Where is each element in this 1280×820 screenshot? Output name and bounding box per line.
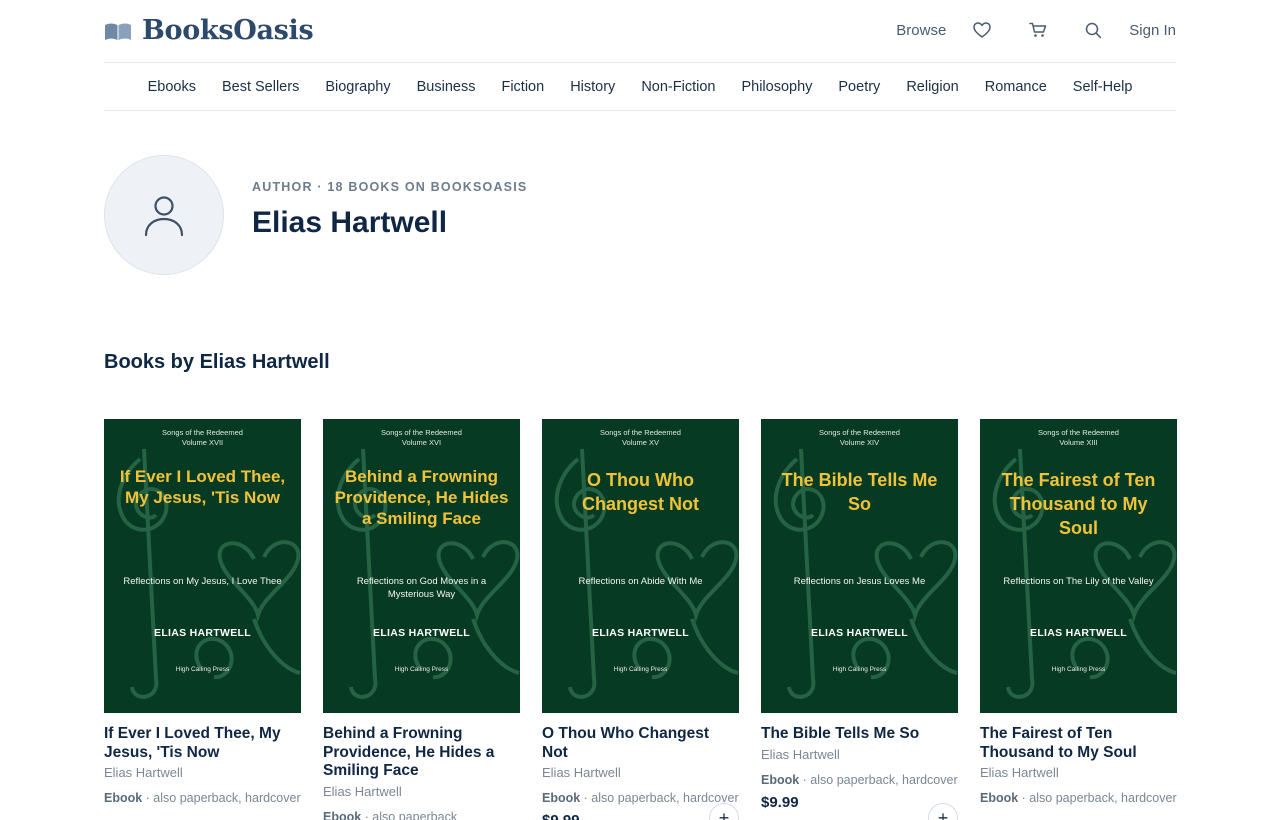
header-actions: Browse Sign In (896, 20, 1176, 40)
cover-author: ELIAS HARTWELL (592, 627, 689, 639)
cover-publisher: High Calling Press (394, 666, 449, 673)
cover-publisher: High Calling Press (832, 666, 887, 673)
plus-icon: + (718, 807, 730, 820)
cover-volume: Volume XIII (1059, 437, 1098, 447)
cover-publisher: High Calling Press (613, 666, 668, 673)
category-best-sellers[interactable]: Best Sellers (222, 79, 299, 95)
cover-title: The Bible Tells Me So (781, 470, 938, 514)
book-cover[interactable]: Songs of the Redeemed Volume XVI Behind … (323, 419, 520, 713)
category-philosophy[interactable]: Philosophy (741, 79, 812, 95)
cover-subtitle: Reflections on Jesus Loves Me (793, 576, 926, 587)
cover-series: Songs of the Redeemed (162, 428, 243, 437)
category-ebooks[interactable]: Ebooks (148, 79, 196, 95)
heart-icon[interactable] (972, 20, 992, 40)
cover-subtitle: Reflections on My Jesus, I Love Thee (123, 576, 282, 587)
book-format: Ebook (104, 791, 143, 805)
book-formats: Ebook · also paperback, hardcover (104, 788, 301, 808)
book-author[interactable]: Elias Hartwell (761, 747, 958, 762)
author-avatar (104, 155, 224, 275)
site-header: BooksOasis Browse Sign In (104, 0, 1176, 63)
cover-volume: Volume XVI (401, 437, 442, 447)
book-other-formats: · also paperback, hardcover (799, 772, 958, 787)
category-fiction[interactable]: Fiction (501, 79, 544, 95)
section-title: Books by Elias Hartwell (104, 351, 330, 373)
cover-publisher: High Calling Press (1051, 666, 1106, 673)
brand-name: BooksOasis (142, 15, 314, 46)
cover-volume: Volume XV (621, 437, 660, 447)
book-card[interactable]: Songs of the Redeemed Volume XV O Thou W… (542, 419, 739, 820)
sign-in-link[interactable]: Sign In (1129, 22, 1176, 39)
cart-icon[interactable] (1028, 20, 1048, 40)
book-cover[interactable]: Songs of the Redeemed Volume XIII The Fa… (980, 419, 1177, 713)
book-other-formats: · also paperback (361, 809, 458, 820)
book-format: Ebook (980, 791, 1019, 805)
book-cover[interactable]: Songs of the Redeemed Volume XV O Thou W… (542, 419, 739, 713)
user-icon (144, 196, 184, 237)
category-biography[interactable]: Biography (325, 79, 390, 95)
cover-title: O Thou Who Changest Not (582, 470, 699, 514)
book-card[interactable]: Songs of the Redeemed Volume XIV The Bib… (761, 419, 958, 820)
author-name: Elias Hartwell (252, 206, 448, 239)
book-author[interactable]: Elias Hartwell (542, 765, 739, 780)
book-other-formats: · also paperback, hardcover (580, 791, 739, 805)
cover-series: Songs of the Redeemed (1038, 428, 1119, 437)
cover-title: The Fairest of Ten Thousand to My Soul (1001, 470, 1156, 538)
cover-author: ELIAS HARTWELL (373, 627, 470, 639)
book-title[interactable]: The Bible Tells Me So (761, 725, 958, 744)
book-title[interactable]: O Thou Who Changest Not (542, 725, 739, 762)
category-business[interactable]: Business (417, 79, 476, 95)
author-meta: AUTHOR · 18 BOOKS ON BOOKSOASIS (252, 180, 528, 194)
cover-title: Behind a Frowning Providence, He Hides a… (334, 467, 509, 528)
book-title[interactable]: Behind a Frowning Providence, He Hides a… (323, 725, 520, 781)
book-other-formats: · also paperback, hardcover (1018, 791, 1177, 805)
brand-logo[interactable]: BooksOasis (104, 15, 314, 46)
book-card[interactable]: Songs of the Redeemed Volume XVI Behind … (323, 419, 520, 820)
cover-title: If Ever I Loved Thee, My Jesus, 'Tis Now (119, 467, 286, 507)
book-other-formats: · also paperback, hardcover (142, 791, 301, 805)
book-grid: Songs of the Redeemed Volume XVII If Eve… (104, 419, 1177, 820)
book-logo-icon (104, 21, 132, 41)
cover-series: Songs of the Redeemed (600, 428, 681, 437)
category-self-help[interactable]: Self-Help (1073, 79, 1133, 95)
book-formats: Ebook · also paperback, hardcover (542, 788, 739, 808)
search-icon[interactable] (1083, 20, 1103, 40)
category-poetry[interactable]: Poetry (838, 79, 880, 95)
cover-author: ELIAS HARTWELL (154, 627, 251, 639)
book-price: $9.99 (761, 793, 799, 811)
plus-icon: + (937, 807, 949, 820)
book-formats: Ebook · also paperback (323, 807, 520, 820)
book-format: Ebook (761, 772, 800, 787)
cover-publisher: High Calling Press (175, 666, 230, 673)
cover-author: ELIAS HARTWELL (811, 627, 908, 639)
book-formats: Ebook · also paperback, hardcover (761, 770, 958, 790)
category-history[interactable]: History (570, 79, 615, 95)
book-formats: Ebook · also paperback, hardcover (980, 788, 1177, 808)
cover-author: ELIAS HARTWELL (1030, 627, 1127, 639)
book-title[interactable]: If Ever I Loved Thee, My Jesus, 'Tis Now (104, 725, 301, 762)
book-format: Ebook (542, 791, 581, 805)
book-cover[interactable]: Songs of the Redeemed Volume XVII If Eve… (104, 419, 301, 713)
category-romance[interactable]: Romance (985, 79, 1047, 95)
cover-volume: Volume XVII (181, 437, 224, 447)
book-format: Ebook (323, 809, 362, 820)
cover-subtitle: Reflections on The Lily of the Valley (1003, 576, 1154, 587)
category-nav: Ebooks Best Sellers Biography Business F… (104, 63, 1176, 111)
book-title[interactable]: The Fairest of Ten Thousand to My Soul (980, 725, 1177, 762)
cover-subtitle: Reflections on God Moves in a Mysterious… (356, 576, 487, 600)
cover-series: Songs of the Redeemed (819, 428, 900, 437)
book-author[interactable]: Elias Hartwell (104, 765, 301, 780)
book-card[interactable]: Songs of the Redeemed Volume XVII If Eve… (104, 419, 301, 820)
category-non-fiction[interactable]: Non-Fiction (641, 79, 715, 95)
book-card[interactable]: Songs of the Redeemed Volume XIII The Fa… (980, 419, 1177, 820)
cover-volume: Volume XIV (839, 437, 880, 447)
category-religion[interactable]: Religion (906, 79, 958, 95)
book-author[interactable]: Elias Hartwell (323, 784, 520, 799)
book-author[interactable]: Elias Hartwell (980, 765, 1177, 780)
cover-subtitle: Reflections on Abide With Me (578, 576, 703, 587)
cover-series: Songs of the Redeemed (381, 428, 462, 437)
browse-link[interactable]: Browse (896, 22, 946, 39)
book-cover[interactable]: Songs of the Redeemed Volume XIV The Bib… (761, 419, 958, 713)
